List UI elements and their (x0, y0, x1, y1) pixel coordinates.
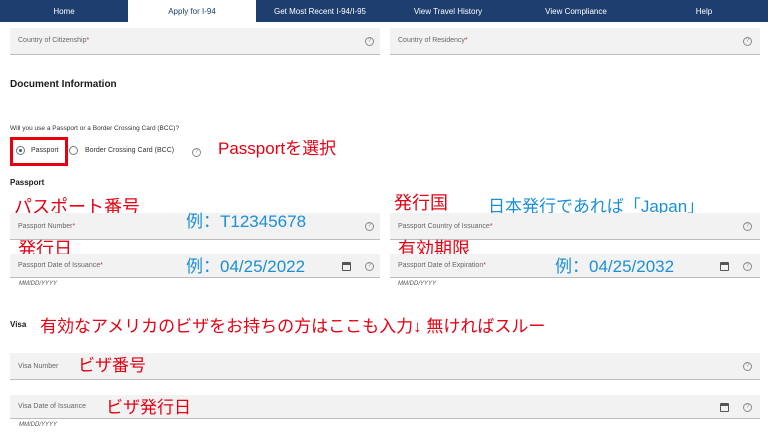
top-navigation: Home Apply for I-94 Get Most Recent I-94… (0, 0, 768, 22)
passport-issue-date-label: Passport Date of Issuance* (18, 262, 103, 269)
help-icon[interactable]: ? (192, 148, 201, 157)
residency-label: Country of Residency* (398, 37, 468, 44)
help-icon[interactable]: ? (743, 403, 752, 412)
visa-issue-date-label: Visa Date of Issuance (18, 403, 86, 410)
residency-field[interactable]: Country of Residency* ? (390, 28, 760, 55)
annotation-visa-issue-date: ビザ発行日 (106, 398, 191, 417)
calendar-icon[interactable] (720, 403, 729, 412)
passport-country-field[interactable]: Passport Country of Issuance* ? (390, 213, 760, 240)
visa-number-label: Visa Number (18, 363, 59, 370)
citizenship-label: Country of Citizenship* (18, 37, 90, 44)
nav-travel-history[interactable]: View Travel History (384, 0, 512, 22)
passport-expiration-hint: MM/DD/YYYY (398, 281, 437, 287)
annotation-visa-number: ビザ番号 (78, 356, 146, 375)
passport-number-label: Passport Number* (18, 223, 76, 230)
annotation-visa-note: 有効なアメリカのビザをお持ちの方はここも入力↓ 無ければスルー (40, 317, 546, 336)
nav-home[interactable]: Home (0, 0, 128, 22)
help-icon[interactable]: ? (743, 262, 752, 271)
bcc-radio[interactable] (69, 146, 78, 155)
calendar-icon[interactable] (342, 262, 351, 271)
nav-apply-i94[interactable]: Apply for I-94 (128, 0, 256, 22)
nav-most-recent-i94[interactable]: Get Most Recent I-94/I-95 (256, 0, 384, 22)
annotation-select-passport: Passportを選択 (218, 139, 337, 158)
passport-country-label: Passport Country of Issuance* (398, 223, 493, 230)
citizenship-field[interactable]: Country of Citizenship* ? (10, 28, 380, 55)
passport-expiration-label: Passport Date of Expiration* (398, 262, 486, 269)
passport-section-heading: Passport (10, 178, 45, 187)
help-icon[interactable]: ? (365, 222, 374, 231)
nav-help[interactable]: Help (640, 0, 768, 22)
document-type-question: Will you use a Passport or a Border Cros… (10, 125, 180, 132)
annotation-issuing-country: 発行国 (394, 193, 448, 213)
help-icon[interactable]: ? (365, 37, 374, 46)
help-icon[interactable]: ? (743, 37, 752, 46)
help-icon[interactable]: ? (743, 222, 752, 231)
help-icon[interactable]: ? (743, 362, 752, 371)
visa-issue-date-hint: MM/DD/YYYY (19, 422, 58, 428)
annotation-passport-number-example: 例：T12345678 (186, 212, 307, 231)
calendar-icon[interactable] (720, 262, 729, 271)
bcc-radio-label[interactable]: Border Crossing Card (BCC) (85, 147, 174, 154)
annotation-issue-date-example: 例：04/25/2022 (186, 257, 306, 276)
annotation-validity-example: 例：04/25/2032 (555, 257, 675, 276)
nav-view-compliance[interactable]: View Compliance (512, 0, 640, 22)
visa-section-heading: Visa (10, 320, 27, 329)
passport-issue-date-hint: MM/DD/YYYY (19, 281, 58, 287)
passport-radio-label[interactable]: Passport (31, 147, 59, 154)
document-information-heading: Document Information (10, 79, 117, 90)
passport-radio[interactable] (16, 146, 25, 155)
help-icon[interactable]: ? (365, 262, 374, 271)
